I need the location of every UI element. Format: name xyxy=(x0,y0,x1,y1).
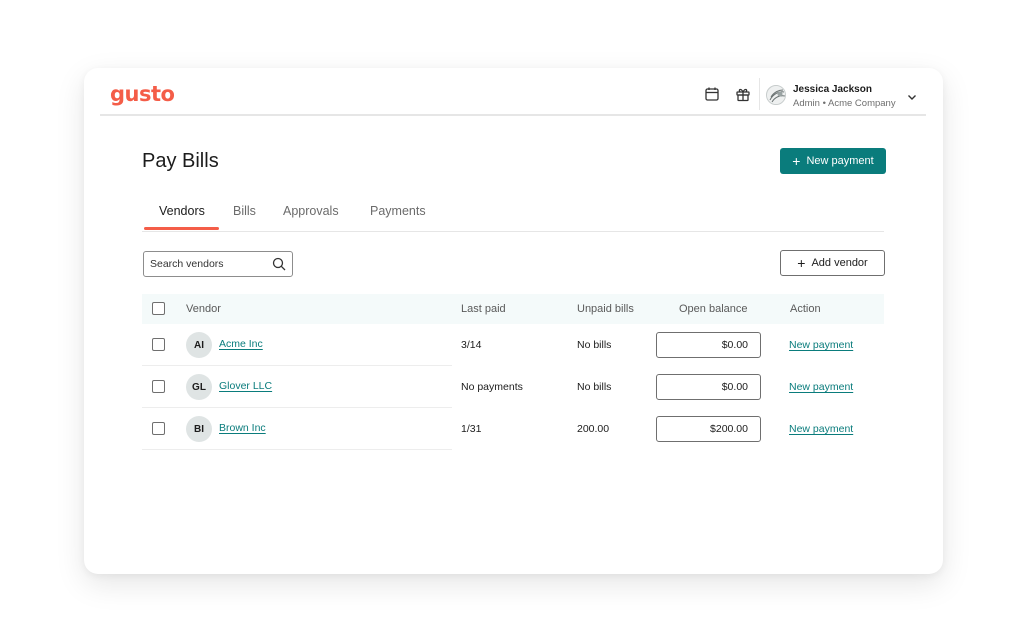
new-payment-label: New payment xyxy=(806,155,874,167)
column-header-last-paid[interactable]: Last paid xyxy=(461,303,506,315)
add-vendor-label: Add vendor xyxy=(811,257,868,269)
last-paid-cell: No payments xyxy=(461,381,523,393)
plus-icon: + xyxy=(792,152,801,169)
vendor-initials-avatar: BI xyxy=(186,416,212,442)
plus-icon: + xyxy=(797,254,806,271)
tab-bills[interactable]: Bills xyxy=(233,204,256,218)
vendors-table: Vendor Last paid Unpaid bills Open balan… xyxy=(142,294,884,450)
search-box[interactable] xyxy=(143,251,293,277)
last-paid-cell: 1/31 xyxy=(461,423,482,435)
new-payment-link[interactable]: New payment xyxy=(789,339,853,351)
vendor-initials-avatar: AI xyxy=(186,332,212,358)
new-payment-button[interactable]: + New payment xyxy=(780,148,886,174)
vendor-link[interactable]: Glover LLC xyxy=(219,380,272,392)
column-header-vendor[interactable]: Vendor xyxy=(186,303,221,315)
table-row: GL Glover LLC No payments No bills New p… xyxy=(142,366,884,408)
header-divider xyxy=(759,78,760,110)
chevron-down-icon[interactable] xyxy=(906,90,918,102)
unpaid-bills-cell: 200.00 xyxy=(577,423,610,435)
gift-icon[interactable] xyxy=(735,86,751,102)
row-checkbox[interactable] xyxy=(152,422,165,435)
new-payment-link[interactable]: New payment xyxy=(789,381,853,393)
app-window: gusto Jessica Jackson Admin • Acme Compa… xyxy=(84,68,943,574)
new-payment-link[interactable]: New payment xyxy=(789,423,853,435)
vendor-initials-avatar: GL xyxy=(186,374,212,400)
gusto-logo[interactable]: gusto xyxy=(110,82,175,106)
table-row: BI Brown Inc 1/31 200.00 New payment xyxy=(142,408,884,450)
tab-approvals[interactable]: Approvals xyxy=(283,204,339,218)
column-header-unpaid-bills[interactable]: Unpaid bills xyxy=(577,303,634,315)
column-header-open-balance[interactable]: Open balance xyxy=(679,303,748,315)
tab-payments[interactable]: Payments xyxy=(370,204,426,218)
tab-vendors[interactable]: Vendors xyxy=(159,204,205,218)
column-header-action: Action xyxy=(790,303,821,315)
row-checkbox[interactable] xyxy=(152,380,165,393)
user-name[interactable]: Jessica Jackson xyxy=(793,84,872,95)
add-vendor-button[interactable]: + Add vendor xyxy=(780,250,885,276)
unpaid-bills-cell: No bills xyxy=(577,381,612,393)
calendar-icon[interactable] xyxy=(704,86,720,102)
user-role: Admin • Acme Company xyxy=(793,98,896,109)
table-row: AI Acme Inc 3/14 No bills New payment xyxy=(142,324,884,366)
unpaid-bills-cell: No bills xyxy=(577,339,612,351)
select-all-checkbox[interactable] xyxy=(152,302,165,315)
avatar[interactable] xyxy=(766,85,786,105)
open-balance-input[interactable] xyxy=(656,374,761,400)
open-balance-input[interactable] xyxy=(656,332,761,358)
tab-bar: Vendors Bills Approvals Payments xyxy=(142,200,884,232)
page-title: Pay Bills xyxy=(142,150,219,172)
vendor-link[interactable]: Acme Inc xyxy=(219,338,263,350)
last-paid-cell: 3/14 xyxy=(461,339,482,351)
row-checkbox[interactable] xyxy=(152,338,165,351)
vendor-link[interactable]: Brown Inc xyxy=(219,422,266,434)
row-divider xyxy=(142,449,452,450)
search-input[interactable] xyxy=(150,258,268,270)
active-tab-indicator xyxy=(144,227,219,230)
open-balance-input[interactable] xyxy=(656,416,761,442)
search-icon[interactable] xyxy=(272,257,286,271)
top-bar: gusto Jessica Jackson Admin • Acme Compa… xyxy=(100,68,926,116)
table-header: Vendor Last paid Unpaid bills Open balan… xyxy=(142,294,884,324)
